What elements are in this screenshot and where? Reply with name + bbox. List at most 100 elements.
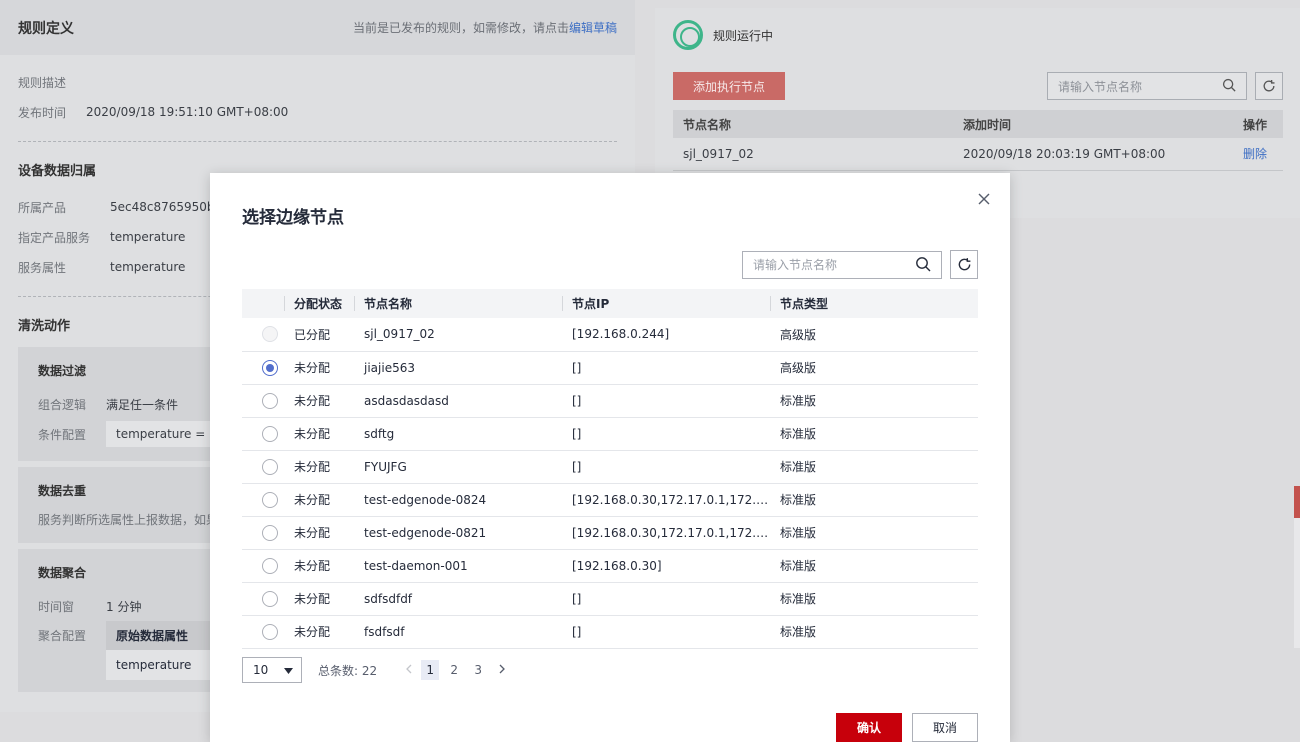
column-action: 操作 xyxy=(1233,110,1283,138)
row-radio[interactable] xyxy=(262,590,278,607)
node-type: 标准版 xyxy=(770,483,978,517)
attribute-value: temperature xyxy=(110,260,186,274)
logic-value: 满足任一条件 xyxy=(106,397,179,412)
node-search-placeholder: 请输入节点名称 xyxy=(1058,79,1143,94)
node-type: 标准版 xyxy=(770,615,978,649)
cancel-button[interactable]: 取消 xyxy=(912,713,978,742)
table-row[interactable]: 已分配 sjl_0917_02 [192.168.0.244] 高级版 xyxy=(242,318,978,352)
dialog-search-input[interactable] xyxy=(753,258,915,272)
node-ip: [192.168.0.30] xyxy=(562,549,770,583)
node-name: jiajie563 xyxy=(354,351,562,385)
row-select-cell xyxy=(242,450,284,484)
node-type: 标准版 xyxy=(770,582,978,616)
node-ip: [] xyxy=(562,384,770,418)
table-row[interactable]: 未分配 FYUJFG[] 标准版 xyxy=(242,450,978,484)
close-icon[interactable] xyxy=(974,189,994,209)
rule-description-row: 规则描述 xyxy=(18,67,617,97)
page-3[interactable]: 3 xyxy=(469,660,487,680)
node-ip: [] xyxy=(562,417,770,451)
table-row[interactable]: 未分配 sdfsdfdf[] 标准版 xyxy=(242,582,978,616)
table-row[interactable]: 未分配 sdftg[] 标准版 xyxy=(242,417,978,451)
row-select-cell xyxy=(242,384,284,418)
assign-status: 已分配 xyxy=(284,318,354,352)
refresh-icon[interactable] xyxy=(1255,72,1283,100)
node-type: 标准版 xyxy=(770,417,978,451)
node-name: test-edgenode-0821 xyxy=(354,516,562,550)
table-row: sjl_0917_02 2020/09/18 20:03:19 GMT+08:0… xyxy=(673,138,1283,171)
column-select xyxy=(242,289,284,318)
node-ip: [192.168.0.244] xyxy=(562,318,770,352)
page-size-select[interactable]: 10 xyxy=(242,657,302,683)
assign-status: 未分配 xyxy=(284,483,354,517)
assign-status: 未分配 xyxy=(284,351,354,385)
node-name: test-edgenode-0824 xyxy=(354,483,562,517)
rule-status: 规则运行中 xyxy=(673,20,773,50)
divider xyxy=(18,141,617,142)
column-node-name: 节点名称 xyxy=(354,289,562,318)
column-node-name: 节点名称 xyxy=(673,110,953,138)
page-size-value: 10 xyxy=(253,663,269,677)
product-label: 所属产品 xyxy=(18,200,67,215)
page-1[interactable]: 1 xyxy=(421,660,440,680)
assign-status: 未分配 xyxy=(284,516,354,550)
row-radio[interactable] xyxy=(262,491,278,508)
rule-status-text: 规则运行中 xyxy=(713,28,774,43)
table-row[interactable]: 未分配 test-daemon-001 [192.168.0.30] 标准版 xyxy=(242,549,978,583)
column-add-time: 添加时间 xyxy=(953,110,1233,138)
running-status-icon xyxy=(673,20,703,50)
table-row[interactable]: 未分配 test-edgenode-0824 [192.168.0.30,172.1… xyxy=(242,483,978,517)
table-row[interactable]: 未分配 fsdfsdf[] 标准版 xyxy=(242,615,978,649)
total-count: 总条数: 22 xyxy=(318,663,378,678)
node-ip: [] xyxy=(562,615,770,649)
node-type: 标准版 xyxy=(770,516,978,550)
table-row[interactable]: 未分配 asdasdasdasd[] 标准版 xyxy=(242,384,978,418)
row-select-cell xyxy=(242,318,284,352)
column-node-ip: 节点IP xyxy=(562,289,770,318)
confirm-button[interactable]: 确认 xyxy=(836,713,902,742)
row-select-cell xyxy=(242,582,284,616)
refresh-icon[interactable] xyxy=(950,250,978,279)
publish-time-row: 发布时间 2020/09/18 19:51:10 GMT+08:00 xyxy=(18,97,617,127)
search-icon[interactable] xyxy=(1222,78,1236,95)
node-type: 标准版 xyxy=(770,549,978,583)
row-radio[interactable] xyxy=(262,392,278,409)
row-radio[interactable] xyxy=(262,458,278,475)
node-ip: [] xyxy=(562,351,770,385)
node-name: asdasdasdasd xyxy=(354,384,562,418)
row-radio[interactable] xyxy=(262,524,278,541)
node-type: 高级版 xyxy=(770,318,978,352)
node-type: 高级版 xyxy=(770,351,978,385)
assign-status: 未分配 xyxy=(284,384,354,418)
row-select-cell xyxy=(242,615,284,649)
table-row[interactable]: 未分配 test-edgenode-0821 [192.168.0.30,172.1… xyxy=(242,516,978,550)
rule-description-label: 规则描述 xyxy=(18,75,67,90)
node-name: sdfsdfdf xyxy=(354,582,562,616)
service-value: temperature xyxy=(110,230,186,244)
publish-time-value: 2020/09/18 19:51:10 GMT+08:00 xyxy=(86,105,289,119)
chevron-left-icon[interactable] xyxy=(401,663,415,677)
table-row[interactable]: 未分配 jiajie563[] 高级版 xyxy=(242,351,978,385)
side-feedback-tab[interactable] xyxy=(1294,486,1300,518)
row-radio[interactable] xyxy=(262,359,278,376)
node-name: sjl_0917_02 xyxy=(354,318,562,352)
search-icon[interactable] xyxy=(915,256,931,275)
node-name: sdftg xyxy=(354,417,562,451)
chevron-right-icon[interactable] xyxy=(495,663,509,677)
row-select-cell xyxy=(242,351,284,385)
node-ip: [192.168.0.30,172.17.0.1,172.20.... xyxy=(562,516,770,550)
row-radio[interactable] xyxy=(262,557,278,574)
select-edge-node-dialog: 选择边缘节点 分配状态 节点名称 节点IP 节点类型 已分配s xyxy=(210,173,1010,742)
rule-definition-title: 规则定义 xyxy=(18,20,74,37)
attribute-label: 服务属性 xyxy=(18,260,67,275)
row-radio[interactable] xyxy=(262,623,278,640)
page-2[interactable]: 2 xyxy=(445,660,463,680)
node-ip: [192.168.0.30,172.17.0.1,172.20.... xyxy=(562,483,770,517)
service-label: 指定产品服务 xyxy=(18,230,91,245)
edit-draft-link[interactable]: 编辑草稿 xyxy=(569,21,617,35)
add-execution-node-button[interactable]: 添加执行节点 xyxy=(673,72,785,100)
row-radio[interactable] xyxy=(262,425,278,442)
publish-time-label: 发布时间 xyxy=(18,105,67,120)
node-search-input[interactable]: 请输入节点名称 xyxy=(1047,72,1247,100)
chevron-down-icon xyxy=(284,663,293,677)
delete-link[interactable]: 删除 xyxy=(1233,138,1283,171)
